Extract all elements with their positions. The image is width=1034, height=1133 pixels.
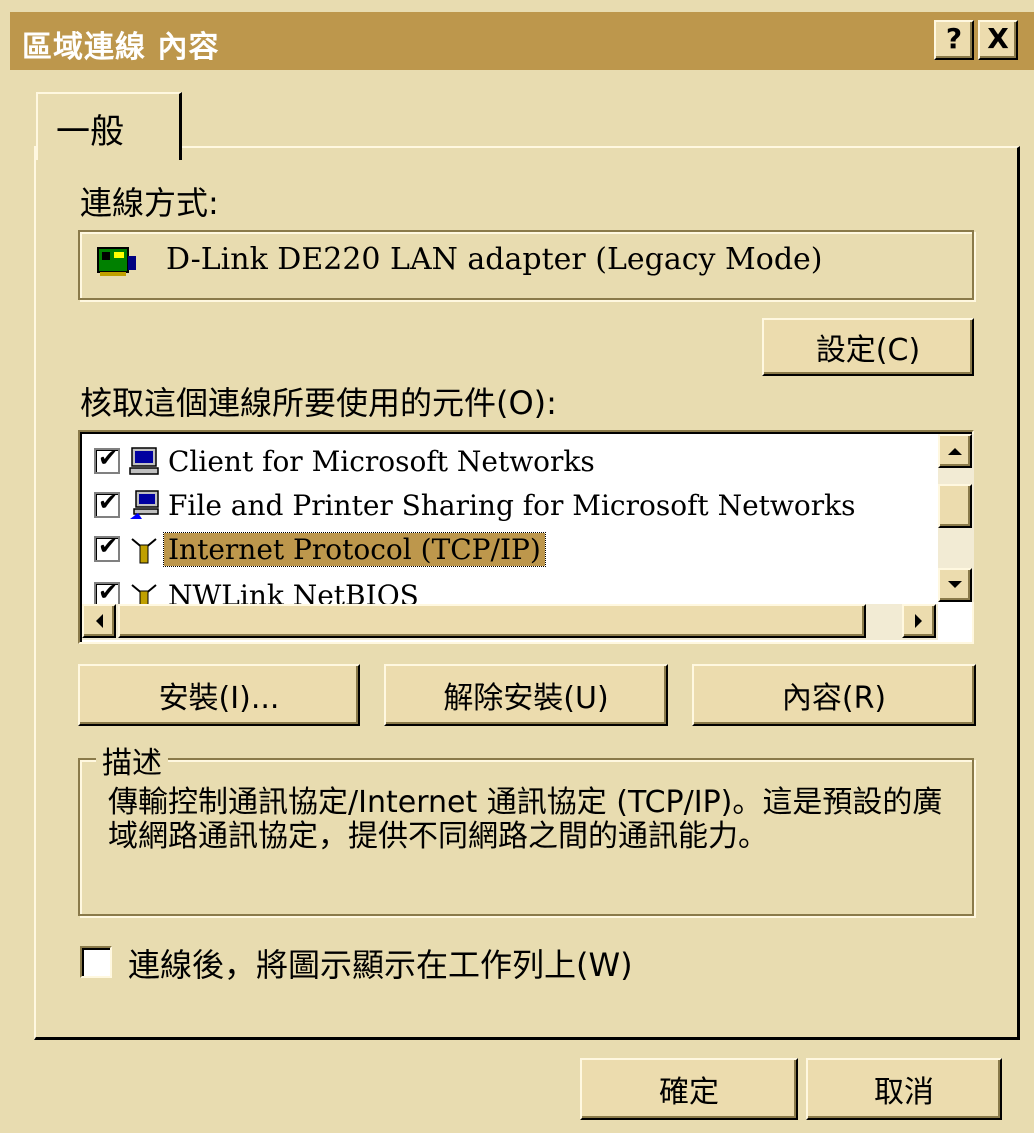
network-card-icon [97, 247, 136, 276]
arrow-down-icon [948, 581, 962, 588]
arrow-right-icon [915, 614, 922, 628]
install-button[interactable]: 安裝(I)... [78, 664, 360, 726]
show-icon-label[interactable]: 連線後，將圖示顯示在工作列上(W) [128, 940, 633, 986]
close-button[interactable]: X [978, 20, 1018, 60]
scroll-up-button[interactable] [938, 434, 972, 468]
connect-using-label: 連線方式: [80, 184, 219, 222]
tab-general[interactable]: 一般 [36, 92, 182, 160]
shared-computer-icon [130, 490, 159, 519]
scroll-thumb[interactable] [938, 484, 972, 528]
arrow-up-icon [948, 448, 962, 455]
horizontal-scrollbar[interactable] [82, 604, 938, 640]
scroll-left-button[interactable] [82, 604, 116, 638]
component-checkbox[interactable]: ✔ [94, 532, 120, 562]
components-label: 核取這個連線所要使用的元件(O): [80, 384, 557, 422]
computer-icon [129, 447, 159, 475]
protocol-icon [131, 538, 157, 564]
component-label: File and Printer Sharing for Microsoft N… [168, 488, 856, 522]
cancel-button[interactable]: 取消 [806, 1058, 1002, 1120]
list-item-selected[interactable]: ✔ Internet Protocol (TCP/IP) [94, 528, 546, 570]
arrow-left-icon [96, 614, 103, 628]
title-bar[interactable]: 區域連線 內容 ? X [10, 12, 1034, 70]
vertical-scrollbar[interactable] [938, 434, 974, 602]
properties-button[interactable]: 內容(R) [692, 664, 976, 726]
component-checkbox[interactable]: ✔ [94, 488, 120, 518]
scroll-thumb[interactable] [118, 604, 866, 638]
help-button[interactable]: ? [934, 20, 974, 60]
component-label: Internet Protocol (TCP/IP) [163, 531, 546, 567]
list-item[interactable]: ✔ Client for Microsoft Networks [94, 440, 599, 482]
show-icon-checkbox[interactable] [80, 946, 112, 978]
description-text: 傳輸控制通訊協定/Internet 通訊協定 (TCP/IP)。這是預設的廣域網… [108, 785, 943, 854]
adapter-name: D-Link DE220 LAN adapter (Legacy Mode) [166, 242, 823, 277]
adapter-box: D-Link DE220 LAN adapter (Legacy Mode) [78, 230, 974, 300]
scroll-down-button[interactable] [938, 568, 972, 602]
scroll-right-button[interactable] [902, 604, 936, 638]
list-item[interactable]: ✔ File and Printer Sharing for Microsoft… [94, 484, 859, 526]
window-title: 區域連線 內容 [22, 30, 220, 65]
uninstall-button[interactable]: 解除安裝(U) [384, 664, 668, 726]
description-legend: 描述 [96, 738, 168, 782]
component-label: Client for Microsoft Networks [168, 444, 595, 478]
configure-button[interactable]: 設定(C) [762, 318, 974, 376]
component-checkbox[interactable]: ✔ [94, 444, 120, 474]
ok-button[interactable]: 確定 [580, 1058, 798, 1120]
tab-general-label: 一般 [56, 112, 124, 152]
